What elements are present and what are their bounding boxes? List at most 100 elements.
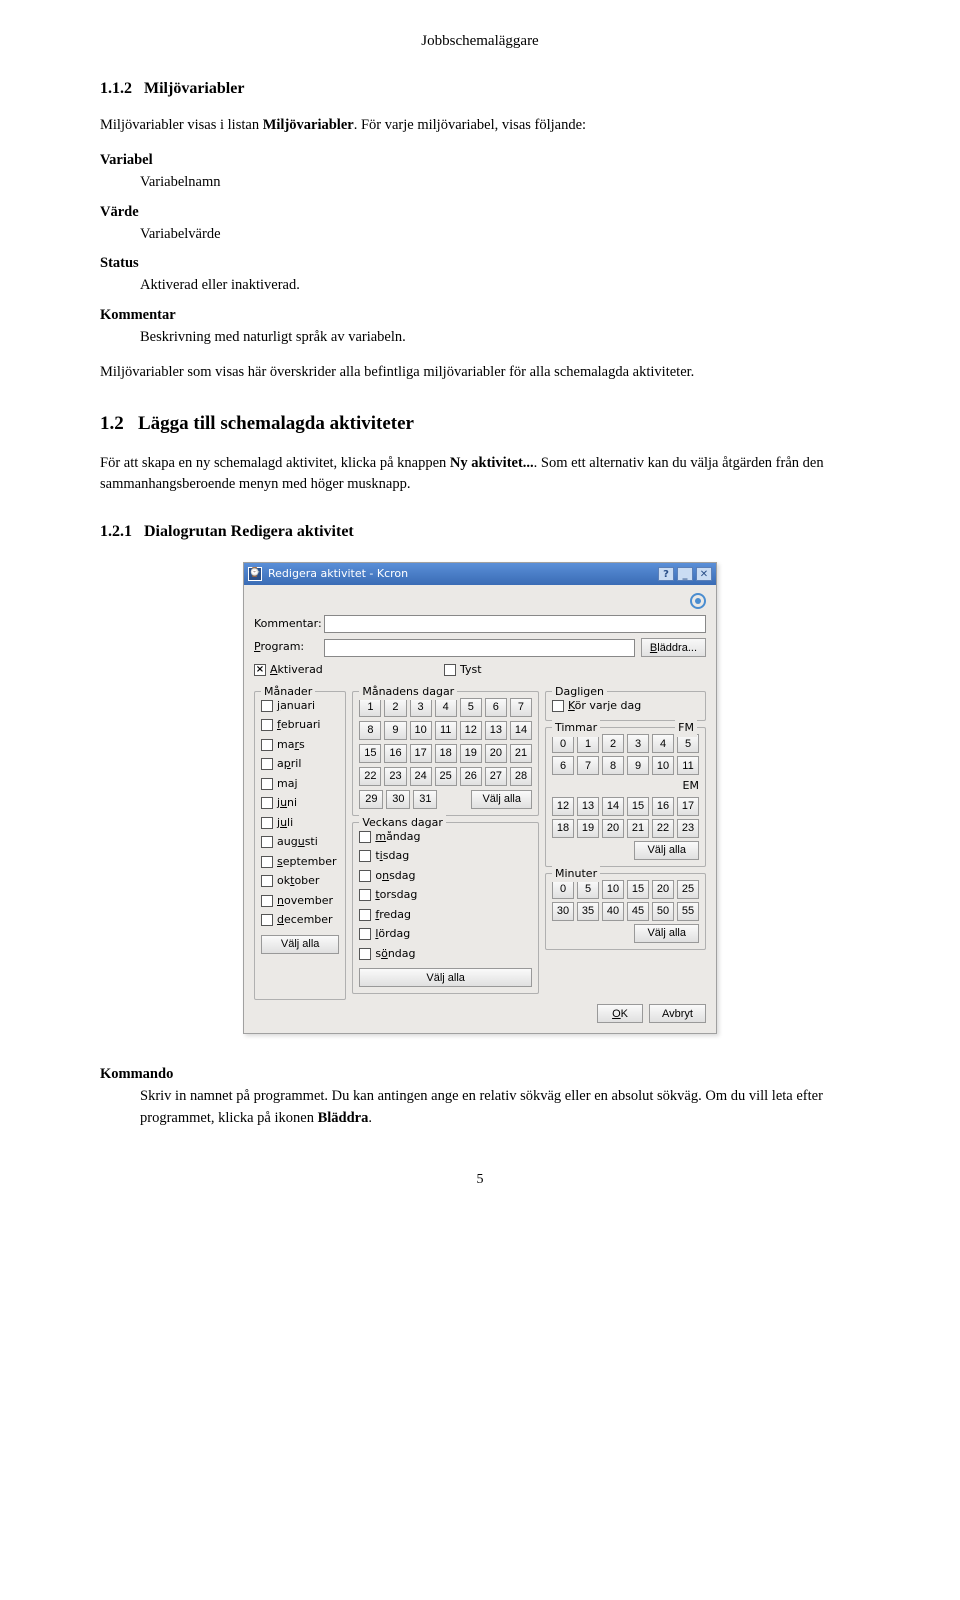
weekday-checkbox[interactable]: söndag bbox=[359, 946, 532, 963]
month-checkbox[interactable]: oktober bbox=[261, 873, 339, 890]
day-button[interactable]: 6 bbox=[485, 698, 507, 717]
hour-button[interactable]: 14 bbox=[602, 797, 624, 816]
program-input[interactable] bbox=[324, 639, 635, 657]
day-button[interactable]: 3 bbox=[410, 698, 432, 717]
hour-button[interactable]: 16 bbox=[652, 797, 674, 816]
hour-button[interactable]: 23 bbox=[677, 819, 699, 838]
kommentar-input[interactable] bbox=[324, 615, 706, 633]
weekday-checkbox[interactable]: onsdag bbox=[359, 868, 532, 885]
minute-button[interactable]: 15 bbox=[627, 880, 649, 899]
day-button[interactable]: 8 bbox=[359, 721, 381, 740]
hour-button[interactable]: 4 bbox=[652, 734, 674, 753]
hour-button[interactable]: 7 bbox=[577, 756, 599, 775]
day-button[interactable]: 19 bbox=[460, 744, 482, 763]
day-button[interactable]: 18 bbox=[435, 744, 457, 763]
day-button[interactable]: 2 bbox=[384, 698, 406, 717]
minute-button[interactable]: 45 bbox=[627, 902, 649, 921]
hour-button[interactable]: 2 bbox=[602, 734, 624, 753]
weekday-checkbox[interactable]: lördag bbox=[359, 926, 532, 943]
hour-button[interactable]: 9 bbox=[627, 756, 649, 775]
month-checkbox[interactable]: april bbox=[261, 756, 339, 773]
weekday-checkbox[interactable]: tisdag bbox=[359, 848, 532, 865]
weekday-checkbox[interactable]: fredag bbox=[359, 907, 532, 924]
month-checkbox[interactable]: september bbox=[261, 854, 339, 871]
minute-button[interactable]: 5 bbox=[577, 880, 599, 899]
cancel-button[interactable]: Avbryt bbox=[649, 1004, 706, 1023]
day-button[interactable]: 26 bbox=[460, 767, 482, 786]
hour-button[interactable]: 18 bbox=[552, 819, 574, 838]
day-button[interactable]: 20 bbox=[485, 744, 507, 763]
day-button[interactable]: 22 bbox=[359, 767, 381, 786]
day-button[interactable]: 11 bbox=[435, 721, 457, 740]
day-button[interactable]: 23 bbox=[384, 767, 406, 786]
hour-button[interactable]: 0 bbox=[552, 734, 574, 753]
hour-button[interactable]: 21 bbox=[627, 819, 649, 838]
hour-button[interactable]: 10 bbox=[652, 756, 674, 775]
day-button[interactable]: 24 bbox=[410, 767, 432, 786]
month-checkbox[interactable]: mars bbox=[261, 737, 339, 754]
hour-button[interactable]: 1 bbox=[577, 734, 599, 753]
day-button[interactable]: 15 bbox=[359, 744, 381, 763]
day-button[interactable]: 10 bbox=[410, 721, 432, 740]
day-button[interactable]: 5 bbox=[460, 698, 482, 717]
hour-button[interactable]: 13 bbox=[577, 797, 599, 816]
select-all-weekdays-button[interactable]: Välj alla bbox=[359, 968, 532, 987]
month-checkbox[interactable]: juni bbox=[261, 795, 339, 812]
month-checkbox[interactable]: december bbox=[261, 912, 339, 929]
day-button[interactable]: 1 bbox=[359, 698, 381, 717]
hour-button[interactable]: 3 bbox=[627, 734, 649, 753]
hour-button[interactable]: 11 bbox=[677, 756, 699, 775]
select-all-days-button[interactable]: Välj alla bbox=[471, 790, 532, 809]
minimize-button[interactable]: _ bbox=[677, 567, 693, 581]
select-all-hours-button[interactable]: Välj alla bbox=[634, 841, 699, 860]
hour-button[interactable]: 8 bbox=[602, 756, 624, 775]
hour-button[interactable]: 17 bbox=[677, 797, 699, 816]
minute-button[interactable]: 50 bbox=[652, 902, 674, 921]
tyst-checkbox[interactable]: Tyst bbox=[444, 662, 482, 679]
hour-button[interactable]: 5 bbox=[677, 734, 699, 753]
day-button[interactable]: 12 bbox=[460, 721, 482, 740]
month-checkbox[interactable]: november bbox=[261, 893, 339, 910]
minute-button[interactable]: 10 bbox=[602, 880, 624, 899]
select-all-months-button[interactable]: Välj alla bbox=[261, 935, 339, 954]
minute-button[interactable]: 55 bbox=[677, 902, 699, 921]
minute-button[interactable]: 35 bbox=[577, 902, 599, 921]
day-button[interactable]: 29 bbox=[359, 790, 383, 809]
day-button[interactable]: 31 bbox=[413, 790, 437, 809]
ok-button[interactable]: OK bbox=[597, 1004, 643, 1023]
hour-button[interactable]: 15 bbox=[627, 797, 649, 816]
month-checkbox[interactable]: augusti bbox=[261, 834, 339, 851]
month-checkbox[interactable]: februari bbox=[261, 717, 339, 734]
close-button[interactable]: ✕ bbox=[696, 567, 712, 581]
minute-button[interactable]: 0 bbox=[552, 880, 574, 899]
weekday-checkbox[interactable]: torsdag bbox=[359, 887, 532, 904]
settings-icon[interactable] bbox=[690, 593, 706, 609]
day-button[interactable]: 17 bbox=[410, 744, 432, 763]
day-button[interactable]: 7 bbox=[510, 698, 532, 717]
month-checkbox[interactable]: juli bbox=[261, 815, 339, 832]
hour-button[interactable]: 12 bbox=[552, 797, 574, 816]
help-button[interactable]: ? bbox=[658, 567, 674, 581]
hour-button[interactable]: 19 bbox=[577, 819, 599, 838]
select-all-minutes-button[interactable]: Välj alla bbox=[634, 924, 699, 943]
day-button[interactable]: 4 bbox=[435, 698, 457, 717]
minute-button[interactable]: 40 bbox=[602, 902, 624, 921]
hour-button[interactable]: 6 bbox=[552, 756, 574, 775]
day-button[interactable]: 21 bbox=[510, 744, 532, 763]
day-button[interactable]: 13 bbox=[485, 721, 507, 740]
dialog-titlebar[interactable]: ⌚ Redigera aktivitet - Kcron ? _ ✕ bbox=[244, 563, 716, 585]
aktiverad-checkbox[interactable]: Aktiverad bbox=[254, 662, 444, 679]
hour-button[interactable]: 20 bbox=[602, 819, 624, 838]
month-checkbox[interactable]: maj bbox=[261, 776, 339, 793]
day-button[interactable]: 9 bbox=[384, 721, 406, 740]
day-button[interactable]: 16 bbox=[384, 744, 406, 763]
day-button[interactable]: 30 bbox=[386, 790, 410, 809]
minute-button[interactable]: 20 bbox=[652, 880, 674, 899]
day-button[interactable]: 25 bbox=[435, 767, 457, 786]
minute-button[interactable]: 30 bbox=[552, 902, 574, 921]
browse-button[interactable]: Bläddra... bbox=[641, 638, 706, 657]
day-button[interactable]: 27 bbox=[485, 767, 507, 786]
day-button[interactable]: 14 bbox=[510, 721, 532, 740]
hour-button[interactable]: 22 bbox=[652, 819, 674, 838]
day-button[interactable]: 28 bbox=[510, 767, 532, 786]
